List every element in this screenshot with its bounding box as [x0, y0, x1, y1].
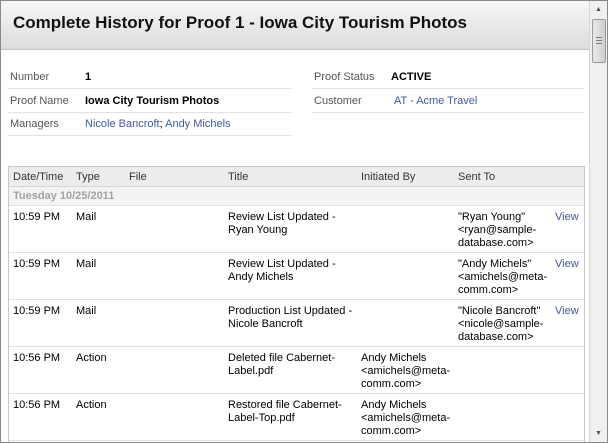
row-title: Deleted file Cabernet- Label.pdf — [228, 352, 336, 377]
manager-link-andy[interactable]: Andy Michels — [165, 118, 230, 130]
col-header-type[interactable]: Type — [76, 171, 100, 183]
arrow-down-icon[interactable]: ▼ — [591, 426, 606, 441]
row-type: Action — [76, 352, 107, 364]
page-title: Complete History for Proof 1 - Iowa City… — [13, 13, 468, 32]
managers-label: Managers — [10, 118, 59, 130]
scrollbar-thumb[interactable] — [592, 19, 606, 63]
row-time: 10:56 PM — [13, 399, 61, 411]
table-header: Date/Time Type File Title Initiated By S… — [9, 167, 584, 187]
field-proof-name: Proof Name Iowa City Tourism Photos — [8, 89, 291, 113]
row-time: 10:56 PM — [13, 352, 61, 364]
status-value: ACTIVE — [391, 71, 432, 83]
row-sent-to: "Nicole Bancroft" <nicole@sample- databa… — [458, 305, 544, 343]
grip-line-icon — [596, 43, 602, 44]
row-time: 10:59 PM — [13, 305, 61, 317]
row-type: Action — [76, 399, 107, 411]
history-window: Complete History for Proof 1 - Iowa City… — [0, 0, 608, 443]
view-link[interactable]: View — [555, 211, 579, 224]
col-header-file[interactable]: File — [129, 171, 147, 183]
group-header-date: Tuesday 10/25/2011 — [9, 187, 584, 206]
row-type: Mail — [76, 211, 97, 223]
arrow-up-icon[interactable]: ▲ — [591, 2, 606, 17]
view-link[interactable]: View — [555, 258, 579, 271]
number-label: Number — [10, 71, 50, 83]
row-sent-to: "Andy Michels" <amichels@meta- comm.com> — [458, 258, 548, 296]
managers-value: Nicole Bancroft; Andy Michels — [85, 118, 231, 130]
manager-link-nicole[interactable]: Nicole Bancroft — [85, 118, 160, 130]
proof-name-label: Proof Name — [10, 95, 69, 107]
field-customer: Customer AT - Acme Travel — [311, 89, 584, 113]
row-title: Review List Updated - Ryan Young — [228, 211, 336, 236]
vertical-scrollbar[interactable]: ▲ ▼ — [589, 1, 607, 442]
row-time: 10:59 PM — [13, 211, 61, 223]
row-sent-to: "Ryan Young" <ryan@sample- database.com> — [458, 211, 537, 249]
field-number: Number 1 — [8, 65, 291, 89]
row-title: Production List Updated - Nicole Bancrof… — [228, 305, 353, 330]
table-row: 10:59 PM Mail Review List Updated - Andy… — [9, 253, 584, 300]
view-link[interactable]: View — [555, 305, 579, 318]
title-bar: Complete History for Proof 1 - Iowa City… — [1, 1, 590, 50]
row-type: Mail — [76, 258, 97, 270]
proof-name-value: Iowa City Tourism Photos — [85, 95, 220, 107]
table-row: 10:56 PM Action Restored file Cabernet- … — [9, 394, 584, 441]
group-date-label: Tuesday 10/25/2011 — [13, 190, 115, 202]
manager-separator: ; — [159, 118, 163, 130]
table-row: 10:56 PM Action Deleted file Cabernet- L… — [9, 347, 584, 394]
col-header-title[interactable]: Title — [228, 171, 248, 183]
status-label: Proof Status — [314, 71, 375, 83]
field-status: Proof Status ACTIVE — [311, 65, 584, 89]
row-title: Review List Updated - Andy Michels — [228, 258, 336, 283]
customer-label: Customer — [314, 95, 362, 107]
row-type: Mail — [76, 305, 97, 317]
row-initiated-by: Andy Michels <amichels@meta- comm.com> — [361, 352, 451, 390]
grip-line-icon — [596, 40, 602, 41]
table-row: 10:59 PM Mail Review List Updated - Ryan… — [9, 206, 584, 253]
number-value: 1 — [85, 71, 92, 83]
row-time: 10:59 PM — [13, 258, 61, 270]
grip-line-icon — [596, 37, 602, 38]
col-header-sent-to[interactable]: Sent To — [458, 171, 495, 183]
row-initiated-by: Andy Michels <amichels@meta- comm.com> — [361, 399, 451, 437]
field-managers: Managers Nicole Bancroft; Andy Michels — [8, 112, 291, 136]
col-header-initiated-by[interactable]: Initiated By — [361, 171, 415, 183]
col-header-datetime[interactable]: Date/Time — [13, 171, 63, 183]
content-area: Number 1 Proof Name Iowa City Tourism Ph… — [1, 50, 590, 442]
table-row: 10:59 PM Mail Production List Updated - … — [9, 300, 584, 347]
customer-link[interactable]: AT - Acme Travel — [394, 95, 477, 107]
row-title: Restored file Cabernet- Label-Top.pdf — [228, 399, 342, 424]
history-table: Date/Time Type File Title Initiated By S… — [8, 166, 585, 442]
